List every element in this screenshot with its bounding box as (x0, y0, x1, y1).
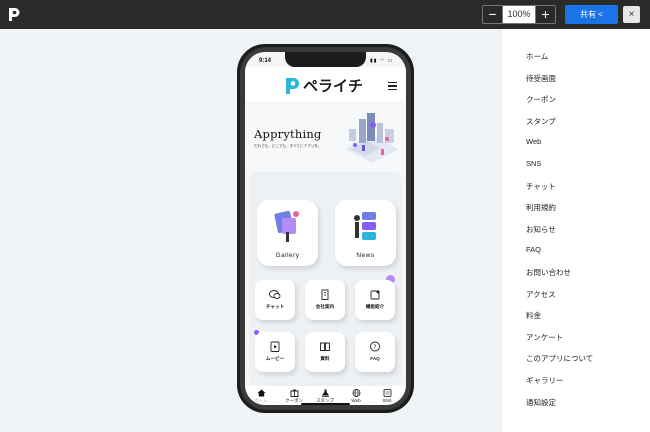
chat-card[interactable]: チャット (255, 280, 295, 320)
phone-screen: 9:14 ▮▮ ◠ ▭ ペライチ Apprything だれでも、どこでも、すべ… (245, 52, 406, 405)
menu-item-pricing[interactable]: 料金 (526, 310, 541, 321)
hamburger-menu-icon[interactable] (388, 82, 397, 91)
isometric-city-illustration (345, 113, 399, 163)
menu-item-survey[interactable]: アンケート (526, 332, 563, 343)
status-icons: ▮▮ ◠ ▭ (370, 58, 394, 64)
status-time: 9:14 (259, 58, 272, 64)
book-icon (320, 342, 330, 351)
app-logo-icon (286, 77, 299, 94)
menu-item-sns[interactable]: SNS (526, 159, 541, 168)
tab-sns[interactable]: SNS (373, 389, 401, 403)
company-label: 会社案内 (315, 304, 335, 309)
menu-item-notification-settings[interactable]: 通知設定 (526, 397, 556, 408)
movie-label: ムービー (265, 356, 285, 361)
tab-home-label: ホーム (254, 398, 268, 403)
menu-item-access[interactable]: アクセス (526, 289, 556, 300)
menu-item-chat[interactable]: チャット (526, 181, 556, 192)
movie-icon (270, 341, 280, 352)
documents-label: 資料 (320, 356, 330, 361)
hero-title: Apprything (254, 127, 322, 141)
phone-notch (285, 52, 366, 67)
zoom-control: − 100% + (482, 5, 556, 24)
tab-web[interactable]: Web (342, 389, 370, 403)
hero-subtitle: だれでも、どこでも、すべてにアプリを。 (254, 144, 322, 148)
features-icon (370, 290, 380, 300)
gallery-card[interactable]: Gallery (257, 200, 318, 266)
side-menu: ホーム 待受画面 クーポン スタンプ Web SNS チャット 利用規約 お知ら… (502, 29, 650, 432)
movie-card[interactable]: ムービー (255, 332, 295, 372)
menu-item-gallery[interactable]: ギャラリー (526, 375, 564, 386)
gallery-label: Gallery (275, 252, 300, 259)
globe-icon (352, 389, 360, 397)
menu-item-stamp[interactable]: スタンプ (526, 116, 556, 127)
svg-text:?: ? (373, 344, 376, 351)
menu-item-home[interactable]: ホーム (526, 51, 548, 62)
menu-item-terms[interactable]: 利用規約 (526, 202, 556, 213)
zoom-in-button[interactable]: + (536, 6, 555, 23)
zoom-level: 100% (502, 6, 536, 23)
phone-mockup: 9:14 ▮▮ ◠ ▭ ペライチ Apprything だれでも、どこでも、すべ… (237, 44, 414, 413)
menu-item-web[interactable]: Web (526, 137, 541, 146)
menu-item-standby[interactable]: 待受画面 (526, 73, 556, 84)
home-indicator (301, 403, 350, 405)
menu-item-news[interactable]: お知らせ (526, 224, 556, 235)
stamp-icon (321, 389, 329, 397)
features-label: 機能紹介 (365, 304, 385, 309)
faq-label: FAQ (370, 356, 380, 361)
top-toolbar: − 100% + 共有 < × (0, 0, 650, 29)
features-card[interactable]: 機能紹介 (355, 280, 395, 320)
documents-card[interactable]: 資料 (305, 332, 345, 372)
chat-icon (269, 290, 281, 299)
share-button[interactable]: 共有 < (565, 5, 618, 24)
faq-card[interactable]: ? FAQ (355, 332, 395, 372)
news-illustration-icon (354, 212, 376, 240)
gallery-illustration-icon (274, 210, 299, 242)
menu-item-coupon[interactable]: クーポン (526, 94, 556, 105)
home-icon (257, 389, 265, 397)
tab-stamp[interactable]: スタンプ (311, 389, 339, 404)
app-logo[interactable]: ペライチ (285, 75, 363, 96)
company-card[interactable]: 会社案内 (305, 280, 345, 320)
close-button[interactable]: × (623, 6, 640, 23)
menu-item-about[interactable]: このアプリについて (526, 353, 593, 364)
tab-home[interactable]: ホーム (247, 389, 275, 404)
question-icon: ? (370, 341, 380, 352)
tab-coupon[interactable]: クーポン (280, 389, 308, 404)
coupon-icon (290, 389, 298, 397)
chat-label: チャット (265, 304, 285, 309)
menu-item-faq[interactable]: FAQ (526, 245, 541, 254)
building-icon (321, 289, 329, 300)
zoom-out-button[interactable]: − (483, 6, 502, 23)
content-panel: Gallery News チャット 会社案内 機能紹介 ムービー 資料 ? FA… (249, 172, 402, 386)
hero-banner: Apprything だれでも、どこでも、すべてにアプリを。 (245, 101, 406, 173)
news-label: News (356, 252, 375, 259)
logo-icon (9, 8, 20, 21)
app-name: ペライチ (303, 78, 364, 95)
sns-icon (383, 389, 391, 397)
news-card[interactable]: News (335, 200, 396, 266)
menu-item-contact[interactable]: お問い合わせ (526, 267, 571, 278)
tab-sns-label: SNS (382, 398, 392, 403)
